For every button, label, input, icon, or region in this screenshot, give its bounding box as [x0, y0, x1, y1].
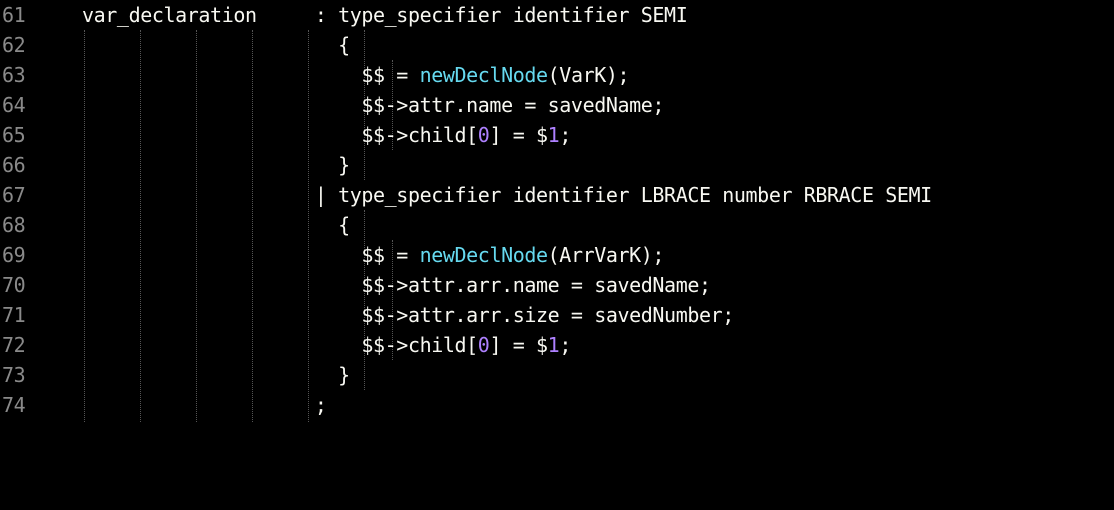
code-text: }: [82, 153, 350, 177]
line-number: 72: [2, 333, 26, 357]
line-number: 66: [2, 153, 26, 177]
line-number: 71: [2, 303, 26, 327]
code-text: $$->child[0] = $1;: [82, 120, 571, 150]
code-text: $$->attr.arr.name = savedName;: [82, 273, 711, 297]
code-line[interactable]: 61 var_declaration : type_specifier iden…: [0, 0, 1114, 30]
line-number: 70: [2, 273, 26, 297]
line-number: 67: [2, 183, 26, 207]
code-text: {: [82, 33, 350, 57]
code-line[interactable]: 65 $$->child[0] = $1;: [0, 120, 1114, 150]
numeric-literal: 0: [477, 333, 490, 357]
code-segment: ] = $: [489, 333, 548, 357]
numeric-literal: 0: [477, 123, 490, 147]
code-text: var_declaration : type_specifier identif…: [82, 3, 688, 27]
numeric-literal: 1: [547, 333, 560, 357]
line-number: 61: [2, 3, 26, 27]
code-line[interactable]: 67 | type_specifier identifier LBRACE nu…: [0, 180, 1114, 210]
code-text: {: [82, 213, 350, 237]
code-text: $$ = newDeclNode(ArrVarK);: [82, 240, 664, 270]
code-line[interactable]: 73 }: [0, 360, 1114, 390]
code-line[interactable]: 64 $$->attr.name = savedName;: [0, 90, 1114, 120]
code-line[interactable]: 66 }: [0, 150, 1114, 180]
function-name: newDeclNode: [419, 63, 548, 87]
line-number: 65: [2, 123, 26, 147]
code-text: | type_specifier identifier LBRACE numbe…: [82, 183, 932, 207]
code-segment: ] = $: [489, 123, 548, 147]
code-segment: $$->child[: [82, 333, 478, 357]
line-number: 74: [2, 393, 26, 417]
code-segment: (VarK);: [547, 63, 630, 87]
line-number: 62: [2, 33, 26, 57]
code-line[interactable]: 68 {: [0, 210, 1114, 240]
code-text: $$->attr.arr.size = savedNumber;: [82, 303, 734, 327]
code-segment: $$ =: [82, 243, 420, 267]
code-line[interactable]: 74 ;: [0, 390, 1114, 420]
numeric-literal: 1: [547, 123, 560, 147]
code-text: }: [82, 363, 350, 387]
line-number: 73: [2, 363, 26, 387]
code-line[interactable]: 63 $$ = newDeclNode(VarK);: [0, 60, 1114, 90]
code-line[interactable]: 70 $$->attr.arr.name = savedName;: [0, 270, 1114, 300]
code-line[interactable]: 69 $$ = newDeclNode(ArrVarK);: [0, 240, 1114, 270]
code-segment: ;: [559, 333, 571, 357]
line-number: 69: [2, 243, 26, 267]
code-segment: ;: [559, 123, 571, 147]
code-line[interactable]: 71 $$->attr.arr.size = savedNumber;: [0, 300, 1114, 330]
code-text: $$->child[0] = $1;: [82, 330, 571, 360]
code-text: $$ = newDeclNode(VarK);: [82, 60, 629, 90]
line-number: 68: [2, 213, 26, 237]
code-editor[interactable]: 61 var_declaration : type_specifier iden…: [0, 0, 1114, 422]
code-line[interactable]: 72 $$->child[0] = $1;: [0, 330, 1114, 360]
code-segment: $$->child[: [82, 123, 478, 147]
function-name: newDeclNode: [419, 243, 548, 267]
code-text: ;: [82, 393, 327, 417]
code-text: $$->attr.name = savedName;: [82, 93, 665, 117]
code-segment: $$ =: [82, 63, 420, 87]
line-number: 63: [2, 63, 26, 87]
line-number: 64: [2, 93, 26, 117]
code-segment: (ArrVarK);: [547, 243, 665, 267]
code-line[interactable]: 62 {: [0, 30, 1114, 60]
